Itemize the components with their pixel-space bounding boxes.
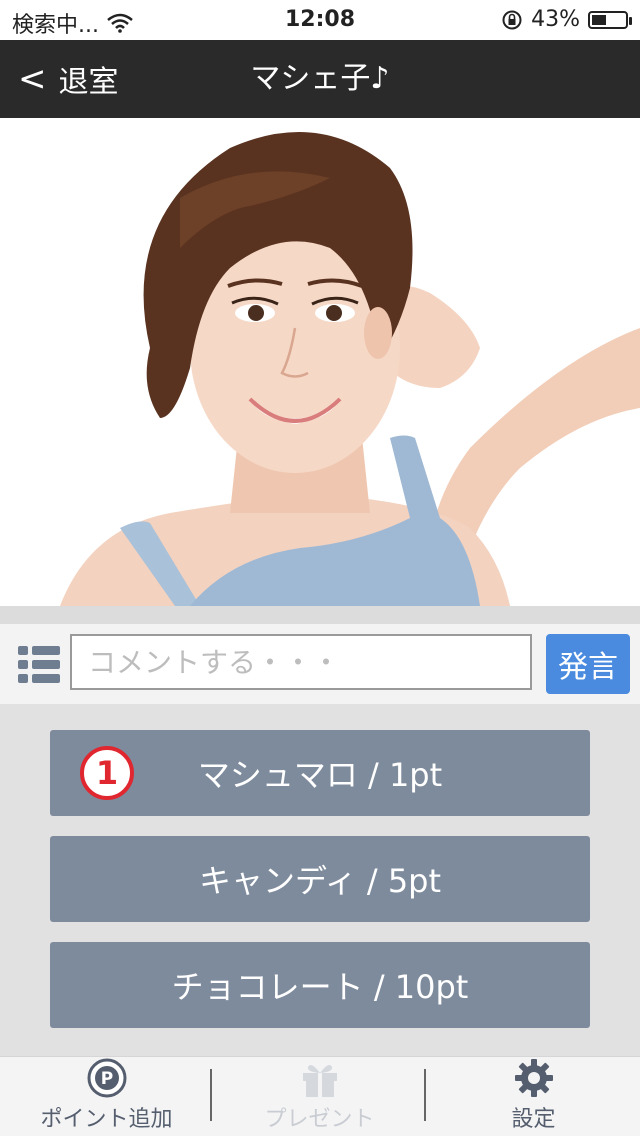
gift-label: キャンディ / 5pt bbox=[198, 862, 442, 900]
gift-button-marshmallow[interactable]: 1 マシュマロ / 1pt bbox=[50, 730, 590, 816]
svg-text:P: P bbox=[100, 1069, 112, 1089]
navigation-bar: < 退室 マシェ子♪ bbox=[0, 40, 640, 118]
comment-bar: 発言 bbox=[0, 624, 640, 704]
gift-button-chocolate[interactable]: チョコレート / 10pt bbox=[50, 942, 590, 1028]
battery-percent: 43% bbox=[531, 7, 580, 32]
profile-photo bbox=[0, 118, 640, 606]
list-icon[interactable] bbox=[18, 642, 62, 686]
photo-divider bbox=[0, 606, 640, 624]
gift-button-candy[interactable]: キャンディ / 5pt bbox=[50, 836, 590, 922]
tab-present[interactable]: プレゼント bbox=[213, 1057, 426, 1137]
orientation-lock-icon bbox=[502, 10, 522, 29]
tab-label: ポイント追加 bbox=[40, 1107, 173, 1132]
tab-divider bbox=[210, 1069, 212, 1121]
tab-divider bbox=[424, 1069, 426, 1121]
status-right: 43% bbox=[501, 7, 632, 32]
gift-count-badge: 1 bbox=[80, 746, 134, 800]
status-bar: 検索中... 12:08 43% bbox=[0, 0, 640, 40]
tab-bar: P ポイント追加 プレゼント 設定 bbox=[0, 1056, 640, 1136]
tab-label: 設定 bbox=[511, 1107, 556, 1132]
tab-label: プレゼント bbox=[264, 1107, 375, 1132]
points-icon: P bbox=[87, 1058, 126, 1098]
tab-add-points[interactable]: P ポイント追加 bbox=[0, 1057, 213, 1137]
battery-icon bbox=[588, 10, 632, 29]
gift-label: チョコレート / 10pt bbox=[171, 968, 469, 1006]
tab-settings[interactable]: 設定 bbox=[427, 1057, 640, 1137]
gift-icon bbox=[302, 1065, 337, 1097]
gift-label: マシュマロ / 1pt bbox=[197, 756, 443, 794]
gift-list: 1 マシュマロ / 1pt キャンディ / 5pt チョコレート / 10pt bbox=[0, 704, 640, 1056]
gear-icon bbox=[514, 1059, 553, 1097]
page-title: マシェ子♪ bbox=[250, 61, 390, 96]
comment-input[interactable] bbox=[70, 634, 532, 690]
post-button[interactable]: 発言 bbox=[546, 634, 630, 694]
